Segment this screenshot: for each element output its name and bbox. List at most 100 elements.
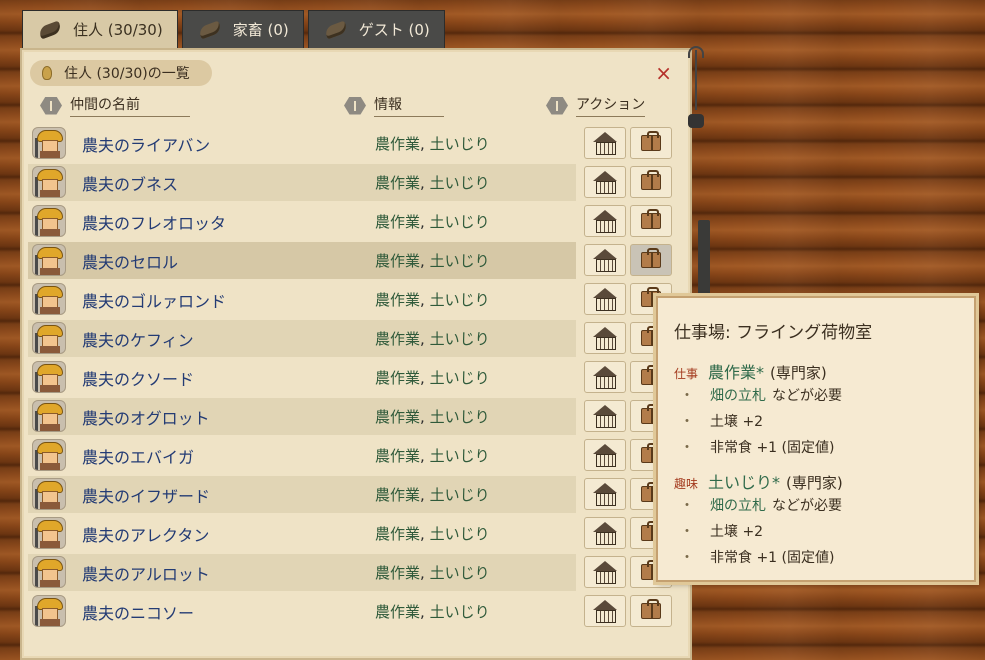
hobby-label[interactable]: 土いじり	[430, 135, 490, 153]
job-label[interactable]: 農作業	[375, 135, 420, 153]
job-label[interactable]: 農作業	[375, 330, 420, 348]
tab-guests[interactable]: ゲスト (0)	[307, 10, 445, 48]
resident-row[interactable]: 農夫のケフィン 農作業, 土いじり	[26, 319, 682, 358]
hobby-label[interactable]: 土いじり	[430, 603, 490, 621]
resident-row[interactable]: 農夫のブネス 農作業, 土いじり	[26, 163, 682, 202]
assign-home-button[interactable]	[584, 166, 626, 198]
job-label[interactable]: 農作業	[375, 369, 420, 387]
job-label[interactable]: 農作業	[375, 486, 420, 504]
assign-home-button[interactable]	[584, 439, 626, 471]
house-icon	[592, 288, 618, 311]
resident-list: 農夫のライアバン 農作業, 土いじり 農夫のブネス 農作業, 土いじり 農夫のフレオロッ…	[26, 124, 682, 658]
job-label[interactable]: 農作業	[375, 252, 420, 270]
header-action[interactable]: アクション	[546, 94, 646, 117]
inventory-button[interactable]	[630, 205, 672, 237]
hobby-label[interactable]: 土いじり	[430, 408, 490, 426]
close-button[interactable]: ×	[655, 60, 672, 86]
resident-name[interactable]: 農夫のクソード	[82, 366, 194, 390]
assign-home-button[interactable]	[584, 595, 626, 627]
job-label[interactable]: 農作業	[375, 564, 420, 582]
hobby-label[interactable]: 土いじり	[430, 252, 490, 270]
assign-home-button[interactable]	[584, 205, 626, 237]
resident-name[interactable]: 農夫のブネス	[82, 171, 178, 195]
bullet: ・	[680, 440, 694, 456]
inventory-button[interactable]	[630, 595, 672, 627]
assign-home-button[interactable]	[584, 400, 626, 432]
house-icon	[592, 522, 618, 545]
info-separator: ,	[420, 603, 425, 621]
info-separator: ,	[420, 174, 425, 192]
hobby-label[interactable]: 土いじり	[430, 330, 490, 348]
hobby-label[interactable]: 土いじり	[430, 291, 490, 309]
resident-row[interactable]: 農夫のイフザード 農作業, 土いじり	[26, 475, 682, 514]
job-label[interactable]: 農作業	[375, 447, 420, 465]
resident-row[interactable]: 農夫のオグロット 農作業, 土いじり	[26, 397, 682, 436]
hobby-label[interactable]: 土いじり	[430, 486, 490, 504]
hobby-label[interactable]: 土いじり	[430, 174, 490, 192]
hobby-label[interactable]: 土いじり	[430, 564, 490, 582]
tab-label: ゲスト (0)	[358, 21, 430, 39]
assign-home-button[interactable]	[584, 478, 626, 510]
header-info[interactable]: 情報	[344, 94, 444, 117]
sort-icon	[40, 96, 62, 115]
resident-name[interactable]: 農夫のニコソー	[82, 600, 194, 624]
assign-home-button[interactable]	[584, 556, 626, 588]
assign-home-button[interactable]	[584, 283, 626, 315]
job-req-link[interactable]: 畑の立札	[710, 385, 766, 405]
job-label[interactable]: 農作業	[375, 408, 420, 426]
resident-name[interactable]: 農夫のエバイガ	[82, 444, 194, 468]
inventory-button[interactable]	[630, 244, 672, 276]
hobby-label[interactable]: 土いじり	[430, 447, 490, 465]
hobby-skill: 土いじり*	[708, 473, 781, 492]
resident-info: 農作業, 土いじり	[375, 523, 490, 544]
panel-title-text: 住人 (30/30)の一覧	[64, 66, 190, 82]
hobby-bonus-2: 非常食 +1 (固定値)	[710, 550, 835, 566]
resident-name[interactable]: 農夫のフレオロッタ	[82, 210, 226, 234]
resident-row[interactable]: 農夫のエバイガ 農作業, 土いじり	[26, 436, 682, 475]
farmer-avatar-icon	[32, 439, 66, 471]
resident-name[interactable]: 農夫のケフィン	[82, 327, 194, 351]
job-label[interactable]: 農作業	[375, 291, 420, 309]
hobby-req-link[interactable]: 畑の立札	[710, 495, 766, 515]
tab-residents[interactable]: 住人 (30/30)	[22, 10, 178, 48]
briefcase-icon	[641, 248, 661, 268]
header-name[interactable]: 仲間の名前	[40, 94, 190, 117]
resident-name[interactable]: 農夫のライアバン	[82, 132, 210, 156]
bullet: ・	[680, 414, 694, 430]
info-separator: ,	[420, 252, 425, 270]
assign-home-button[interactable]	[584, 244, 626, 276]
hobby-label[interactable]: 土いじり	[430, 213, 490, 231]
resident-row[interactable]: 農夫のアルロット 農作業, 土いじり	[26, 553, 682, 592]
assign-home-button[interactable]	[584, 361, 626, 393]
job-label[interactable]: 農作業	[375, 603, 420, 621]
job-label[interactable]: 農作業	[375, 525, 420, 543]
sort-icon	[546, 96, 568, 115]
assign-home-button[interactable]	[584, 517, 626, 549]
resident-name[interactable]: 農夫のアルロット	[82, 561, 210, 585]
inventory-button[interactable]	[630, 127, 672, 159]
briefcase-icon	[641, 599, 661, 619]
wrench-icon	[686, 46, 706, 132]
assign-home-button[interactable]	[584, 322, 626, 354]
resident-name[interactable]: 農夫のゴルァロンド	[82, 288, 226, 312]
resident-row[interactable]: 農夫のクソード 農作業, 土いじり	[26, 358, 682, 397]
job-label[interactable]: 農作業	[375, 213, 420, 231]
resident-name[interactable]: 農夫のオグロット	[82, 405, 210, 429]
hobby-label[interactable]: 土いじり	[430, 525, 490, 543]
info-separator: ,	[420, 408, 425, 426]
resident-row[interactable]: 農夫のゴルァロンド 農作業, 土いじり	[26, 280, 682, 319]
inventory-button[interactable]	[630, 166, 672, 198]
resident-name[interactable]: 農夫のイフザード	[82, 483, 210, 507]
resident-row[interactable]: 農夫のニコソー 農作業, 土いじり	[26, 592, 682, 631]
resident-info: 農作業, 土いじり	[375, 562, 490, 583]
resident-row[interactable]: 農夫のライアバン 農作業, 土いじり	[26, 124, 682, 163]
job-label[interactable]: 農作業	[375, 174, 420, 192]
resident-name[interactable]: 農夫のアレクタン	[82, 522, 209, 546]
tab-livestock[interactable]: 家畜 (0)	[181, 10, 304, 48]
resident-row[interactable]: 農夫のフレオロッタ 農作業, 土いじり	[26, 202, 682, 241]
assign-home-button[interactable]	[584, 127, 626, 159]
resident-row[interactable]: 農夫のセロル 農作業, 土いじり	[26, 241, 682, 280]
resident-name[interactable]: 農夫のセロル	[82, 249, 178, 273]
hobby-label[interactable]: 土いじり	[430, 369, 490, 387]
resident-row[interactable]: 農夫のアレクタン 農作業, 土いじり	[26, 514, 682, 553]
